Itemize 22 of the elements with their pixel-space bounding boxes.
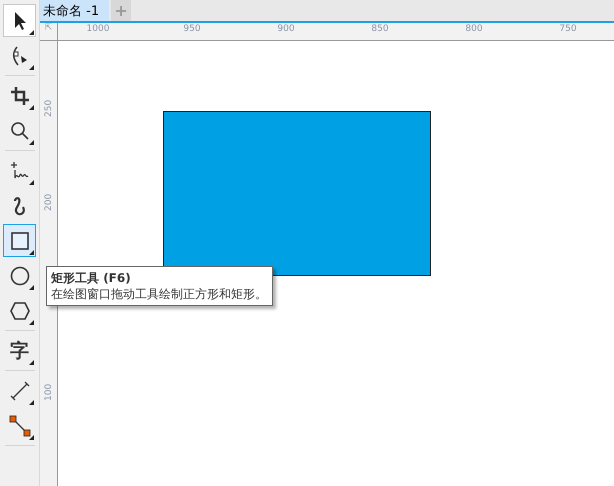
ruler-label: 750 <box>559 24 577 34</box>
tooltip-text: 在绘图窗口拖动工具绘制正方形和矩形。 <box>51 286 267 302</box>
hexagon-icon <box>8 300 30 322</box>
ruler-label: 950 <box>183 24 201 34</box>
ruler-label: 800 <box>465 24 483 34</box>
text-tool[interactable]: 字 <box>3 334 36 367</box>
tooltip-title: 矩形工具 (F6) <box>51 271 131 285</box>
dimension-icon <box>8 380 30 402</box>
ruler-label: 250 <box>44 101 54 117</box>
ellipse-icon <box>8 264 30 286</box>
ruler-label: 850 <box>371 24 389 34</box>
ruler-label: 100 <box>44 385 54 401</box>
crop-icon <box>8 84 30 106</box>
rectangle-icon <box>8 230 30 252</box>
ruler-label: 900 <box>277 24 295 34</box>
rectangle-tool[interactable] <box>3 224 36 257</box>
ruler-label: 1000 <box>86 24 110 34</box>
pick-tool[interactable] <box>3 4 36 37</box>
search-icon <box>8 120 30 142</box>
ruler-label: 200 <box>44 195 54 211</box>
connector-icon <box>8 414 30 436</box>
document-tab[interactable]: 未命名 -1 <box>40 0 110 21</box>
